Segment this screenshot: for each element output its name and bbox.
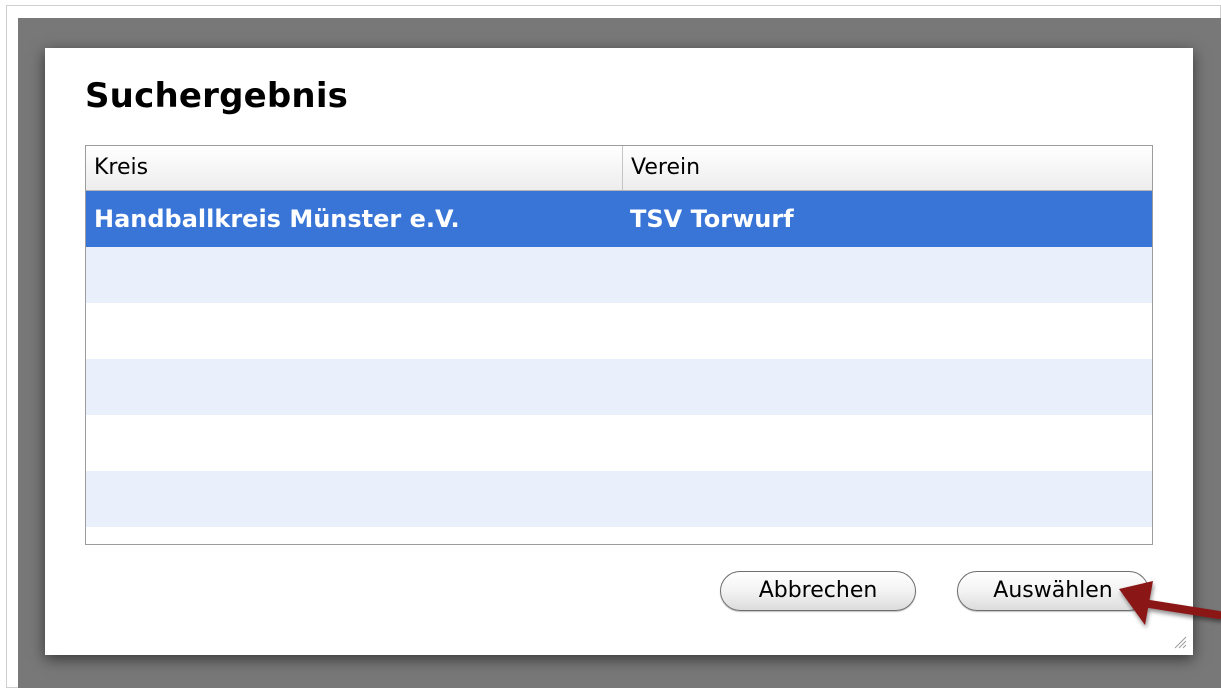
table-row-empty: [86, 359, 1152, 415]
table-row-empty: [86, 471, 1152, 527]
cell-kreis: Handballkreis Münster e.V.: [94, 205, 460, 233]
column-header-kreis[interactable]: Kreis: [86, 146, 623, 190]
table-row-empty: [86, 415, 1152, 471]
table-body: Handballkreis Münster e.V. TSV Torwurf: [86, 191, 1152, 527]
table-row-selected[interactable]: Handballkreis Münster e.V. TSV Torwurf: [86, 191, 1152, 247]
table-header: Kreis Verein: [86, 146, 1152, 191]
search-result-dialog: Suchergebnis Kreis Verein Handballkreis …: [45, 48, 1193, 655]
cell-verein: TSV Torwurf: [630, 205, 794, 233]
dialog-title: Suchergebnis: [85, 76, 349, 116]
table-row-empty: [86, 303, 1152, 359]
results-table: Kreis Verein Handballkreis Münster e.V. …: [85, 145, 1153, 545]
column-header-verein[interactable]: Verein: [623, 146, 1152, 190]
red-arrow-icon: [1119, 581, 1221, 625]
cancel-button[interactable]: Abbrechen: [720, 571, 916, 611]
table-row-empty: [86, 247, 1152, 303]
